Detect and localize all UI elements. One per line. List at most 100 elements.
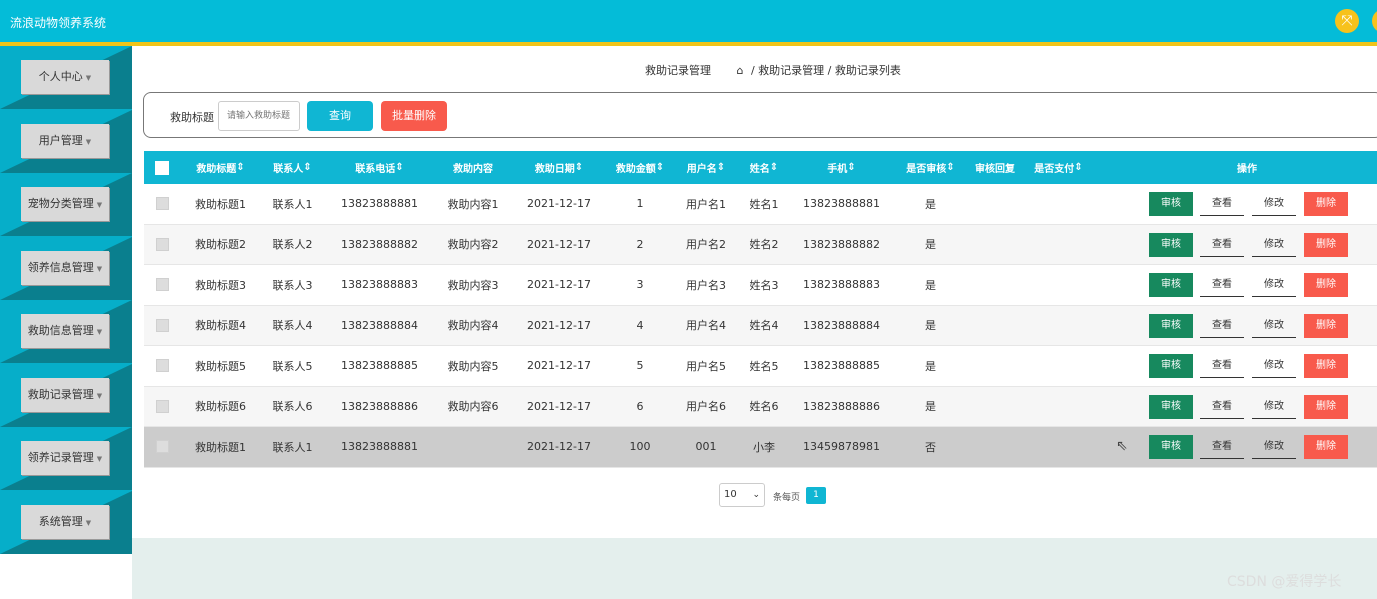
cell-amount: 1 xyxy=(636,197,644,211)
user-icon[interactable] xyxy=(1372,9,1377,33)
row-checkbox[interactable] xyxy=(154,306,170,346)
approve-button[interactable]: 审核 xyxy=(1149,232,1193,257)
col-header[interactable]: 联系电话 ⇕ xyxy=(338,151,421,184)
cell-title: 救助标题3 xyxy=(195,278,246,292)
approve-button[interactable]: 审核 xyxy=(1149,313,1193,338)
row-checkbox[interactable] xyxy=(154,387,170,427)
view-button[interactable]: 查看 xyxy=(1200,435,1244,459)
sidebar-button[interactable]: 用户管理 ▼ xyxy=(21,123,109,158)
sidebar: 个人中心 ▼ 用户管理 ▼ 宠物分类管理 ▼ 领养信息管理 ▼ 救助信息管理 ▼ 救助记录… xyxy=(0,46,132,554)
delete-button[interactable]: 删除 xyxy=(1304,435,1348,459)
cell-amount: 4 xyxy=(636,318,644,332)
caret-down-icon: ▼ xyxy=(96,201,103,209)
cell-name: 姓名5 xyxy=(749,359,779,373)
records-table: 救助标题 ⇕ 联系人 ⇕ 联系电话 ⇕ 救助内容 救助日期 ⇕ 救助金额 ⇕ 用户名 ⇕ 姓… xyxy=(144,151,1377,468)
sidebar-button[interactable]: 救助信息管理 ▼ xyxy=(21,314,109,348)
sidebar-button[interactable]: 救助记录管理 ▼ xyxy=(21,377,109,412)
approve-button[interactable]: 审核 xyxy=(1149,435,1193,459)
delete-button[interactable]: 删除 xyxy=(1304,394,1348,419)
edit-button[interactable]: 修改 xyxy=(1252,192,1296,216)
view-button[interactable]: 查看 xyxy=(1200,314,1244,338)
cell-contact: 联系人4 xyxy=(272,319,313,333)
bulk-delete-button[interactable]: 批量删除 xyxy=(381,101,447,131)
sidebar-button[interactable]: 领养记录管理 ▼ xyxy=(21,441,109,475)
row-checkbox[interactable] xyxy=(154,265,170,305)
cell-content: 救助内容3 xyxy=(447,278,499,292)
cell-approved: 是 xyxy=(925,359,936,373)
edit-button[interactable]: 修改 xyxy=(1252,435,1296,459)
row-checkbox[interactable] xyxy=(154,225,170,265)
edit-button[interactable]: 修改 xyxy=(1252,395,1296,419)
cell-date: 2021-12-17 xyxy=(527,197,591,211)
delete-button[interactable]: 删除 xyxy=(1304,192,1348,216)
cell-date: 2021-12-17 xyxy=(527,359,591,373)
cell-reply xyxy=(972,306,1018,346)
sidebar-button[interactable]: 领养信息管理 ▼ xyxy=(21,250,109,285)
delete-button[interactable]: 删除 xyxy=(1304,273,1348,297)
table-row: 救助标题4 联系人4 13823888884 救助内容4 2021-12-17 … xyxy=(144,305,1377,346)
cell-mobile: 13823888882 xyxy=(803,237,880,251)
query-button[interactable]: 查询 xyxy=(307,101,373,131)
cell-reply xyxy=(972,225,1018,265)
delete-button[interactable]: 删除 xyxy=(1304,232,1348,257)
cell-mobile: 13823888881 xyxy=(803,197,880,211)
edit-button[interactable]: 修改 xyxy=(1252,233,1296,257)
approve-button[interactable]: 审核 xyxy=(1149,394,1193,419)
view-button[interactable]: 查看 xyxy=(1200,233,1244,257)
search-input[interactable] xyxy=(218,101,300,131)
col-header[interactable]: 用户名 ⇕ xyxy=(682,151,730,184)
cell-amount: 100 xyxy=(629,440,651,454)
delete-button[interactable]: 删除 xyxy=(1304,313,1348,338)
mouse-cursor-icon: ⇖ xyxy=(1116,438,1128,454)
row-checkbox[interactable] xyxy=(154,427,170,467)
delete-button[interactable]: 删除 xyxy=(1304,354,1348,378)
cell-mobile: 13823888886 xyxy=(803,399,880,413)
row-checkbox[interactable] xyxy=(154,346,170,386)
page-size-select[interactable]: 10 ⌄ xyxy=(719,483,765,507)
app-title: 流浪动物领养系统 xyxy=(10,16,107,30)
home-icon[interactable]: ⌂ xyxy=(737,64,744,77)
col-header[interactable]: 姓名 ⇕ xyxy=(744,151,784,184)
sidebar-item-adoption-info: 领养信息管理 ▼ xyxy=(0,236,132,300)
col-header[interactable]: 审核回复 xyxy=(972,151,1018,184)
approve-button[interactable]: 审核 xyxy=(1149,273,1193,297)
edit-button[interactable]: 修改 xyxy=(1252,354,1296,378)
view-button[interactable]: 查看 xyxy=(1200,273,1244,297)
breadcrumb-path[interactable]: / 救助记录管理 / 救助记录列表 xyxy=(751,64,901,77)
cell-name: 小李 xyxy=(753,440,775,454)
col-header[interactable]: 手机 ⇕ xyxy=(804,151,879,184)
sidebar-button[interactable]: 个人中心 ▼ xyxy=(21,60,109,94)
col-header[interactable]: 救助日期 ⇕ xyxy=(519,151,599,184)
cell-phone: 13823888884 xyxy=(341,318,418,332)
sidebar-item-rescue-records: 救助记录管理 ▼ xyxy=(0,363,132,427)
view-button[interactable]: 查看 xyxy=(1200,192,1244,216)
edit-button[interactable]: 修改 xyxy=(1252,314,1296,338)
sidebar-button[interactable]: 系统管理 ▼ xyxy=(21,504,109,539)
cell-amount: 5 xyxy=(636,359,644,373)
cell-contact: 联系人5 xyxy=(272,359,313,373)
cell-approved: 否 xyxy=(925,440,936,454)
cell-content: 救助内容1 xyxy=(447,197,499,211)
col-header[interactable]: 是否审核 ⇕ xyxy=(902,151,959,184)
col-header[interactable]: 救助内容 xyxy=(438,151,508,184)
approve-button[interactable]: 审核 xyxy=(1149,192,1193,216)
cell-reply xyxy=(972,346,1018,386)
fullscreen-icon[interactable]: ⤧ xyxy=(1335,9,1359,33)
table-row: 救助标题3 联系人3 13823888883 救助内容3 2021-12-17 … xyxy=(144,265,1377,306)
watermark: CSDN @爱得学长 xyxy=(1227,574,1342,590)
sidebar-item-rescue-info: 救助信息管理 ▼ xyxy=(0,300,132,364)
sidebar-button[interactable]: 宠物分类管理 ▼ xyxy=(21,187,109,221)
view-button[interactable]: 查看 xyxy=(1200,354,1244,378)
col-header[interactable]: 救助标题 ⇕ xyxy=(189,151,252,184)
edit-button[interactable]: 修改 xyxy=(1252,273,1296,297)
cell-name: 姓名6 xyxy=(749,400,779,414)
select-all-checkbox[interactable] xyxy=(154,151,170,184)
col-header[interactable]: 救助金额 ⇕ xyxy=(606,151,674,184)
col-header[interactable]: 是否支付 ⇕ xyxy=(1032,151,1085,184)
footer-band xyxy=(132,538,1377,599)
approve-button[interactable]: 审核 xyxy=(1149,354,1193,378)
row-checkbox[interactable] xyxy=(154,184,170,224)
view-button[interactable]: 查看 xyxy=(1200,395,1244,419)
page-number[interactable]: 1 xyxy=(806,487,826,504)
col-header[interactable]: 联系人 ⇕ xyxy=(266,151,319,184)
